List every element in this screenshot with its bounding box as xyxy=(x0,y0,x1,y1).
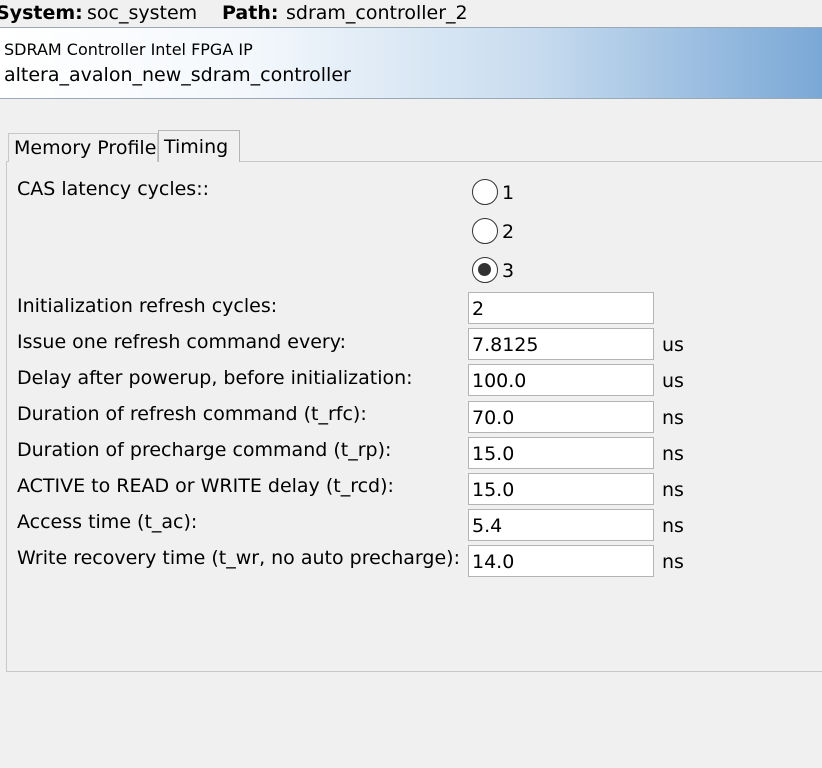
cas-radio-1[interactable] xyxy=(472,179,498,205)
t-rp-input[interactable] xyxy=(468,437,654,469)
refresh-interval-input[interactable] xyxy=(468,328,654,360)
ip-banner: SDRAM Controller Intel FPGA IP altera_av… xyxy=(0,27,822,99)
powerup-delay-unit: us xyxy=(662,370,684,392)
t-rp-label: Duration of precharge command (t_rp): xyxy=(17,439,392,461)
path-label: Path: xyxy=(222,2,279,24)
t-rcd-input[interactable] xyxy=(468,473,654,505)
ip-name: SDRAM Controller Intel FPGA IP xyxy=(4,40,253,59)
t-wr-label: Write recovery time (t_wr, no auto prech… xyxy=(17,547,460,569)
t-rcd-unit: ns xyxy=(662,479,684,501)
t-ac-input[interactable] xyxy=(468,509,654,541)
t-wr-unit: ns xyxy=(662,551,684,573)
cas-radio-3-label: 3 xyxy=(502,260,515,282)
init-refresh-cycles-input[interactable] xyxy=(468,292,654,324)
cas-radio-2-label: 2 xyxy=(502,221,515,243)
system-label: System: xyxy=(0,2,83,24)
cas-radio-3[interactable] xyxy=(472,257,498,283)
t-ac-label: Access time (t_ac): xyxy=(17,511,198,533)
powerup-delay-input[interactable] xyxy=(468,364,654,396)
cas-radio-2[interactable] xyxy=(472,218,498,244)
cas-latency-label: CAS latency cycles:: xyxy=(17,178,210,200)
t-ac-unit: ns xyxy=(662,515,684,537)
refresh-interval-unit: us xyxy=(662,334,684,356)
tab-memory-profile[interactable]: Memory Profile xyxy=(8,133,158,162)
powerup-delay-label: Delay after powerup, before initializati… xyxy=(17,367,413,389)
component-name: altera_avalon_new_sdram_controller xyxy=(4,64,351,86)
radio-selected-dot xyxy=(478,263,491,276)
t-wr-input[interactable] xyxy=(468,545,654,577)
t-rfc-input[interactable] xyxy=(468,401,654,433)
t-rcd-label: ACTIVE to READ or WRITE delay (t_rcd): xyxy=(17,475,394,497)
path-value: sdram_controller_2 xyxy=(286,2,468,24)
refresh-interval-label: Issue one refresh command every: xyxy=(17,331,346,353)
t-rfc-label: Duration of refresh command (t_rfc): xyxy=(17,403,367,425)
system-value: soc_system xyxy=(87,2,198,24)
t-rfc-unit: ns xyxy=(662,407,684,429)
tab-timing[interactable]: Timing xyxy=(158,130,240,162)
init-refresh-cycles-label: Initialization refresh cycles: xyxy=(17,295,278,317)
cas-radio-1-label: 1 xyxy=(502,182,515,204)
path-bar: System: soc_system Path: sdram_controlle… xyxy=(0,0,822,27)
t-rp-unit: ns xyxy=(662,443,684,465)
